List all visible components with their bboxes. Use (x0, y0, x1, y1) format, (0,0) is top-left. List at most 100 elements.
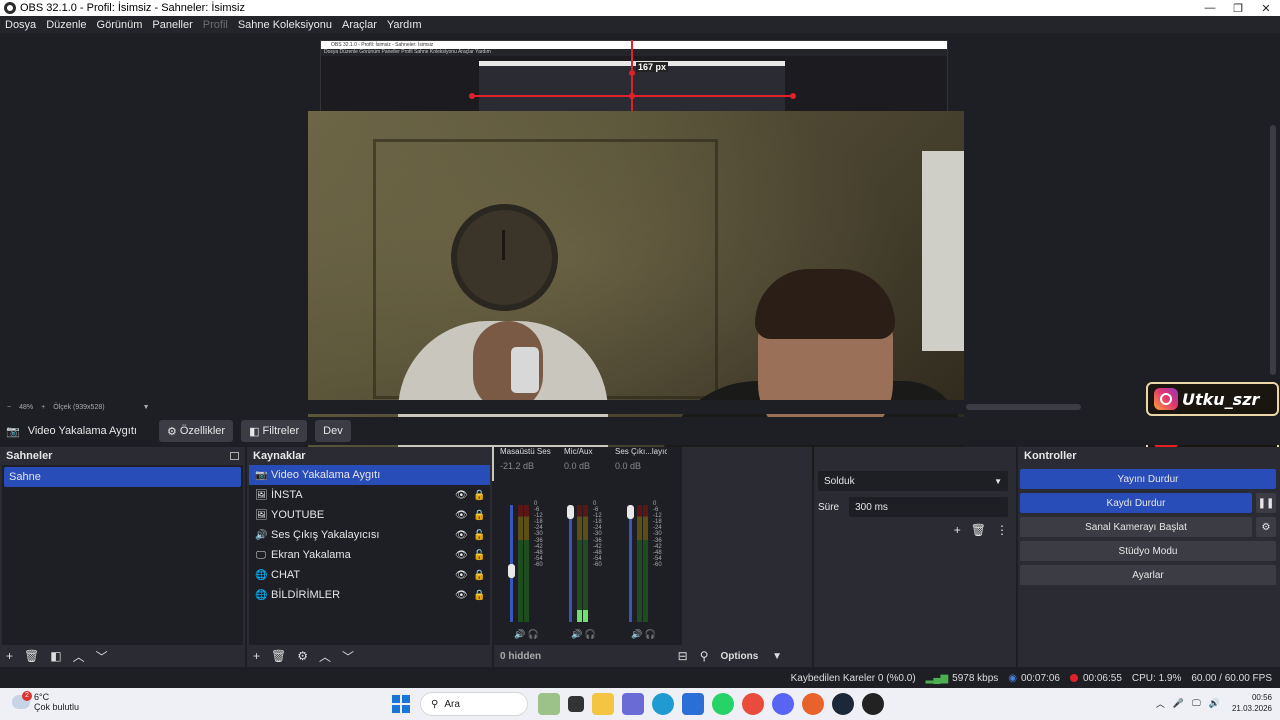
source-row[interactable]: 🖼 YOUTUBE 👁 🔒 (249, 505, 490, 525)
stop-stream-button[interactable]: Yayını Durdur (1020, 469, 1276, 489)
eye-icon[interactable]: 👁 (455, 490, 468, 501)
move-scene-up-button[interactable]: ︿ (73, 648, 85, 665)
brave-icon[interactable] (802, 693, 824, 715)
add-scene-button[interactable]: + (6, 649, 13, 663)
menu-edit[interactable]: Düzenle (46, 19, 86, 31)
phone (511, 347, 539, 393)
store-icon[interactable] (622, 693, 644, 715)
settings-button[interactable]: Ayarlar (1020, 565, 1276, 585)
unlock-icon[interactable]: 🔓 (473, 550, 485, 561)
source-label: CHAT (271, 569, 301, 581)
lock-icon[interactable]: 🔒 (473, 490, 485, 501)
menu-tools[interactable]: Araçlar (342, 19, 377, 31)
close-button[interactable]: ✕ (1252, 2, 1280, 15)
pause-icon[interactable]: ❚❚ (1256, 493, 1276, 513)
scale-dropdown-icon[interactable]: ▼ (143, 404, 150, 411)
source-row[interactable]: 📷 Video Yakalama Aygıtı (249, 465, 490, 485)
resize-handle[interactable] (790, 93, 796, 99)
studio-mode-button[interactable]: Stüdyo Modu (1020, 541, 1276, 561)
weather-widget[interactable]: 2 6°C Çok bulutlu (12, 691, 79, 712)
eye-icon[interactable]: 👁 (455, 590, 468, 601)
remove-scene-button[interactable]: 🗑 (24, 649, 39, 663)
steam-icon[interactable] (832, 693, 854, 715)
add-source-button[interactable]: + (253, 649, 260, 663)
eye-icon[interactable]: 👁 (455, 550, 468, 561)
maximize-button[interactable]: ❐ (1224, 2, 1252, 15)
move-source-up-button[interactable]: ︿ (319, 648, 331, 665)
move-source-down-button[interactable]: ﹀ (342, 648, 354, 665)
mic-icon[interactable]: 🎤 (1173, 698, 1184, 709)
lock-icon[interactable]: 🔒 (473, 570, 485, 581)
undock-icon[interactable] (230, 452, 239, 460)
mute-icon[interactable]: 🔊 🎧 (514, 629, 539, 640)
unlock-icon[interactable]: 🔓 (473, 530, 485, 541)
store-bag-icon[interactable] (682, 693, 704, 715)
start-virtual-camera-button[interactable]: Sanal Kamerayı Başlat (1020, 517, 1252, 537)
options-button[interactable]: Options ▼ (721, 651, 782, 662)
chrome-icon[interactable] (742, 693, 764, 715)
source-row[interactable]: 🖼 İNSTA 👁 🔒 (249, 485, 490, 505)
whatsapp-icon[interactable] (712, 693, 734, 715)
menu-view[interactable]: Görünüm (97, 19, 143, 31)
task-view-icon[interactable] (568, 696, 584, 712)
obs-taskbar-icon[interactable] (862, 693, 884, 715)
source-row[interactable]: 🌐 CHAT 👁 🔒 (249, 565, 490, 585)
edge-icon[interactable] (652, 693, 674, 715)
duration-input[interactable]: 300 ms (849, 497, 1008, 517)
source-row[interactable]: 🖵 Ekran Yakalama 👁 🔓 (249, 545, 490, 565)
gear-icon[interactable]: ⚙ (1256, 517, 1276, 537)
volume-fader[interactable] (629, 505, 632, 622)
zoom-in-button[interactable]: + (41, 404, 45, 411)
clock[interactable]: 00:56 21.03.2026 (1232, 692, 1272, 714)
minimize-button[interactable]: — (1196, 2, 1224, 14)
windows-start-icon[interactable] (392, 695, 410, 713)
remove-transition-button[interactable]: 🗑 (971, 523, 986, 537)
chevron-up-icon[interactable]: ︿ (1156, 697, 1165, 710)
duration-label: Süre (818, 501, 840, 513)
eye-icon[interactable]: 👁 (455, 510, 468, 521)
filters-button[interactable]: ◧ Filtreler (241, 420, 308, 442)
volume-fader[interactable] (569, 505, 572, 622)
resize-handle[interactable] (629, 93, 635, 99)
volume-icon[interactable]: 🔊 (1209, 698, 1220, 709)
menu-help[interactable]: Yardım (387, 19, 422, 31)
monitor-icon[interactable]: 🖵 (1192, 698, 1201, 709)
link-icon[interactable]: ⚲ (700, 649, 709, 663)
menu-file[interactable]: Dosya (5, 19, 36, 31)
search-box[interactable]: ⚲ Ara (420, 692, 528, 716)
transition-select[interactable]: Solduk ▼ (818, 471, 1008, 491)
preview-vertical-scrollbar[interactable] (1270, 35, 1276, 400)
layout-icon[interactable]: ⊟ (678, 649, 688, 663)
move-scene-down-button[interactable]: ﹀ (96, 648, 108, 665)
resize-handle[interactable] (469, 93, 475, 99)
zoom-out-button[interactable]: − (7, 404, 11, 411)
menu-scene-collection[interactable]: Sahne Koleksiyonu (238, 19, 332, 31)
eye-icon[interactable]: 👁 (455, 530, 468, 541)
source-row[interactable]: 🔊 Ses Çıkış Yakalayıcısı 👁 🔓 (249, 525, 490, 545)
menu-profile[interactable]: Profil (203, 19, 228, 31)
fader-handle[interactable] (508, 564, 515, 579)
eye-icon[interactable]: 👁 (455, 570, 468, 581)
preview-horizontal-scrollbar[interactable] (966, 404, 1081, 410)
mute-icon[interactable]: 🔊 🎧 (631, 629, 656, 640)
fader-handle[interactable] (627, 505, 634, 519)
widgets-icon[interactable] (538, 693, 560, 715)
source-row[interactable]: 🌐 BİLDİRİMLER 👁 🔒 (249, 585, 490, 605)
source-properties-button[interactable]: ⚙ (297, 649, 308, 663)
lock-icon[interactable]: 🔒 (473, 590, 485, 601)
resize-handle[interactable] (629, 70, 635, 76)
stop-recording-button[interactable]: Kaydı Durdur (1020, 493, 1252, 513)
more-options-icon[interactable]: ⋮ (996, 523, 1008, 537)
fader-handle[interactable] (567, 505, 574, 519)
file-explorer-icon[interactable] (592, 693, 614, 715)
remove-source-button[interactable]: 🗑 (271, 649, 286, 663)
menu-docks[interactable]: Paneller (152, 19, 192, 31)
mute-icon[interactable]: 🔊 🎧 (571, 629, 596, 640)
discord-icon[interactable] (772, 693, 794, 715)
properties-button[interactable]: ⚙ Özellikler (158, 420, 234, 442)
scene-filters-button[interactable]: ◧ (50, 649, 61, 663)
scene-item[interactable]: Sahne (4, 467, 241, 487)
lock-icon[interactable]: 🔒 (473, 510, 485, 521)
add-transition-button[interactable]: + (954, 523, 961, 537)
deactivate-button[interactable]: Dev (315, 420, 351, 442)
